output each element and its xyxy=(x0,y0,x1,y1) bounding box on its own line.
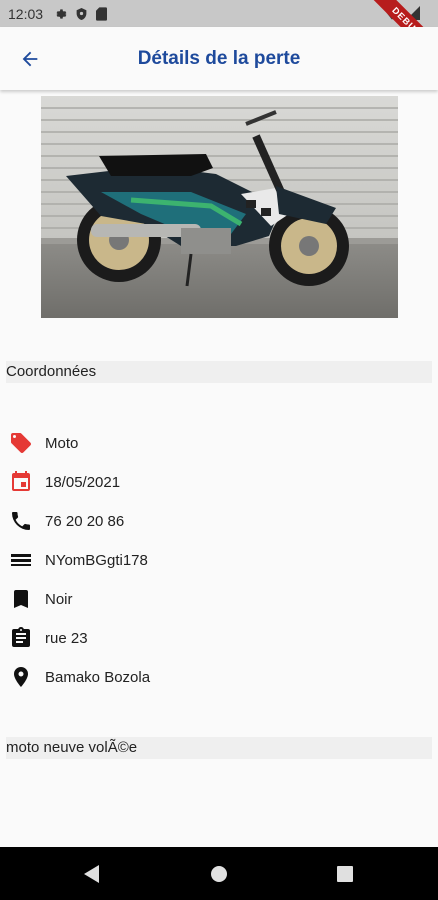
plate-icon xyxy=(8,547,34,573)
tag-icon xyxy=(8,430,34,456)
detail-row-date: 18/05/2021 xyxy=(8,468,120,496)
coordinates-section-title: Coordonnées xyxy=(6,361,432,383)
status-time: 12:03 xyxy=(8,5,44,22)
settings-icon xyxy=(53,7,67,21)
detail-row-type: Moto xyxy=(8,429,78,457)
detail-date-value: 18/05/2021 xyxy=(45,473,121,491)
detail-row-address: rue 23 xyxy=(8,624,88,652)
circle-home-icon xyxy=(211,866,227,882)
back-button[interactable] xyxy=(16,45,44,73)
calendar-icon xyxy=(8,469,34,495)
sd-card-icon xyxy=(96,6,108,21)
detail-row-color: Noir xyxy=(8,585,73,613)
status-bar: 12:03 DEBUG xyxy=(0,0,438,74)
system-nav-bar xyxy=(0,847,438,900)
detail-row-location: Bamako Bozola xyxy=(8,663,150,691)
nav-back-button[interactable] xyxy=(80,862,104,886)
detail-row-phone: 76 20 20 86 xyxy=(8,507,124,535)
motorcycle-photo xyxy=(41,96,398,318)
bookmark-icon xyxy=(8,586,34,612)
square-recents-icon xyxy=(337,866,353,882)
detail-plate-value: NYomBGgti178 xyxy=(45,551,148,569)
detail-row-plate: NYomBGgti178 xyxy=(8,546,148,574)
triangle-back-icon xyxy=(84,865,99,883)
detail-location-value: Bamako Bozola xyxy=(45,668,151,686)
page-title: Détails de la perte xyxy=(137,47,301,69)
app-bar: Détails de la perte xyxy=(0,27,438,90)
detail-type-value: Moto xyxy=(45,434,79,452)
detail-address-value: rue 23 xyxy=(45,629,88,647)
nav-recents-button[interactable] xyxy=(333,862,357,886)
clipboard-icon xyxy=(8,625,34,651)
description-text: moto neuve volÃ©e xyxy=(6,737,432,759)
detail-color-value: Noir xyxy=(45,590,73,608)
arrow-back-icon xyxy=(22,51,38,67)
phone-icon xyxy=(8,508,34,534)
nav-home-button[interactable] xyxy=(207,862,231,886)
shield-icon xyxy=(75,7,88,21)
detail-phone-value: 76 20 20 86 xyxy=(45,512,125,530)
location-pin-icon xyxy=(8,664,34,690)
